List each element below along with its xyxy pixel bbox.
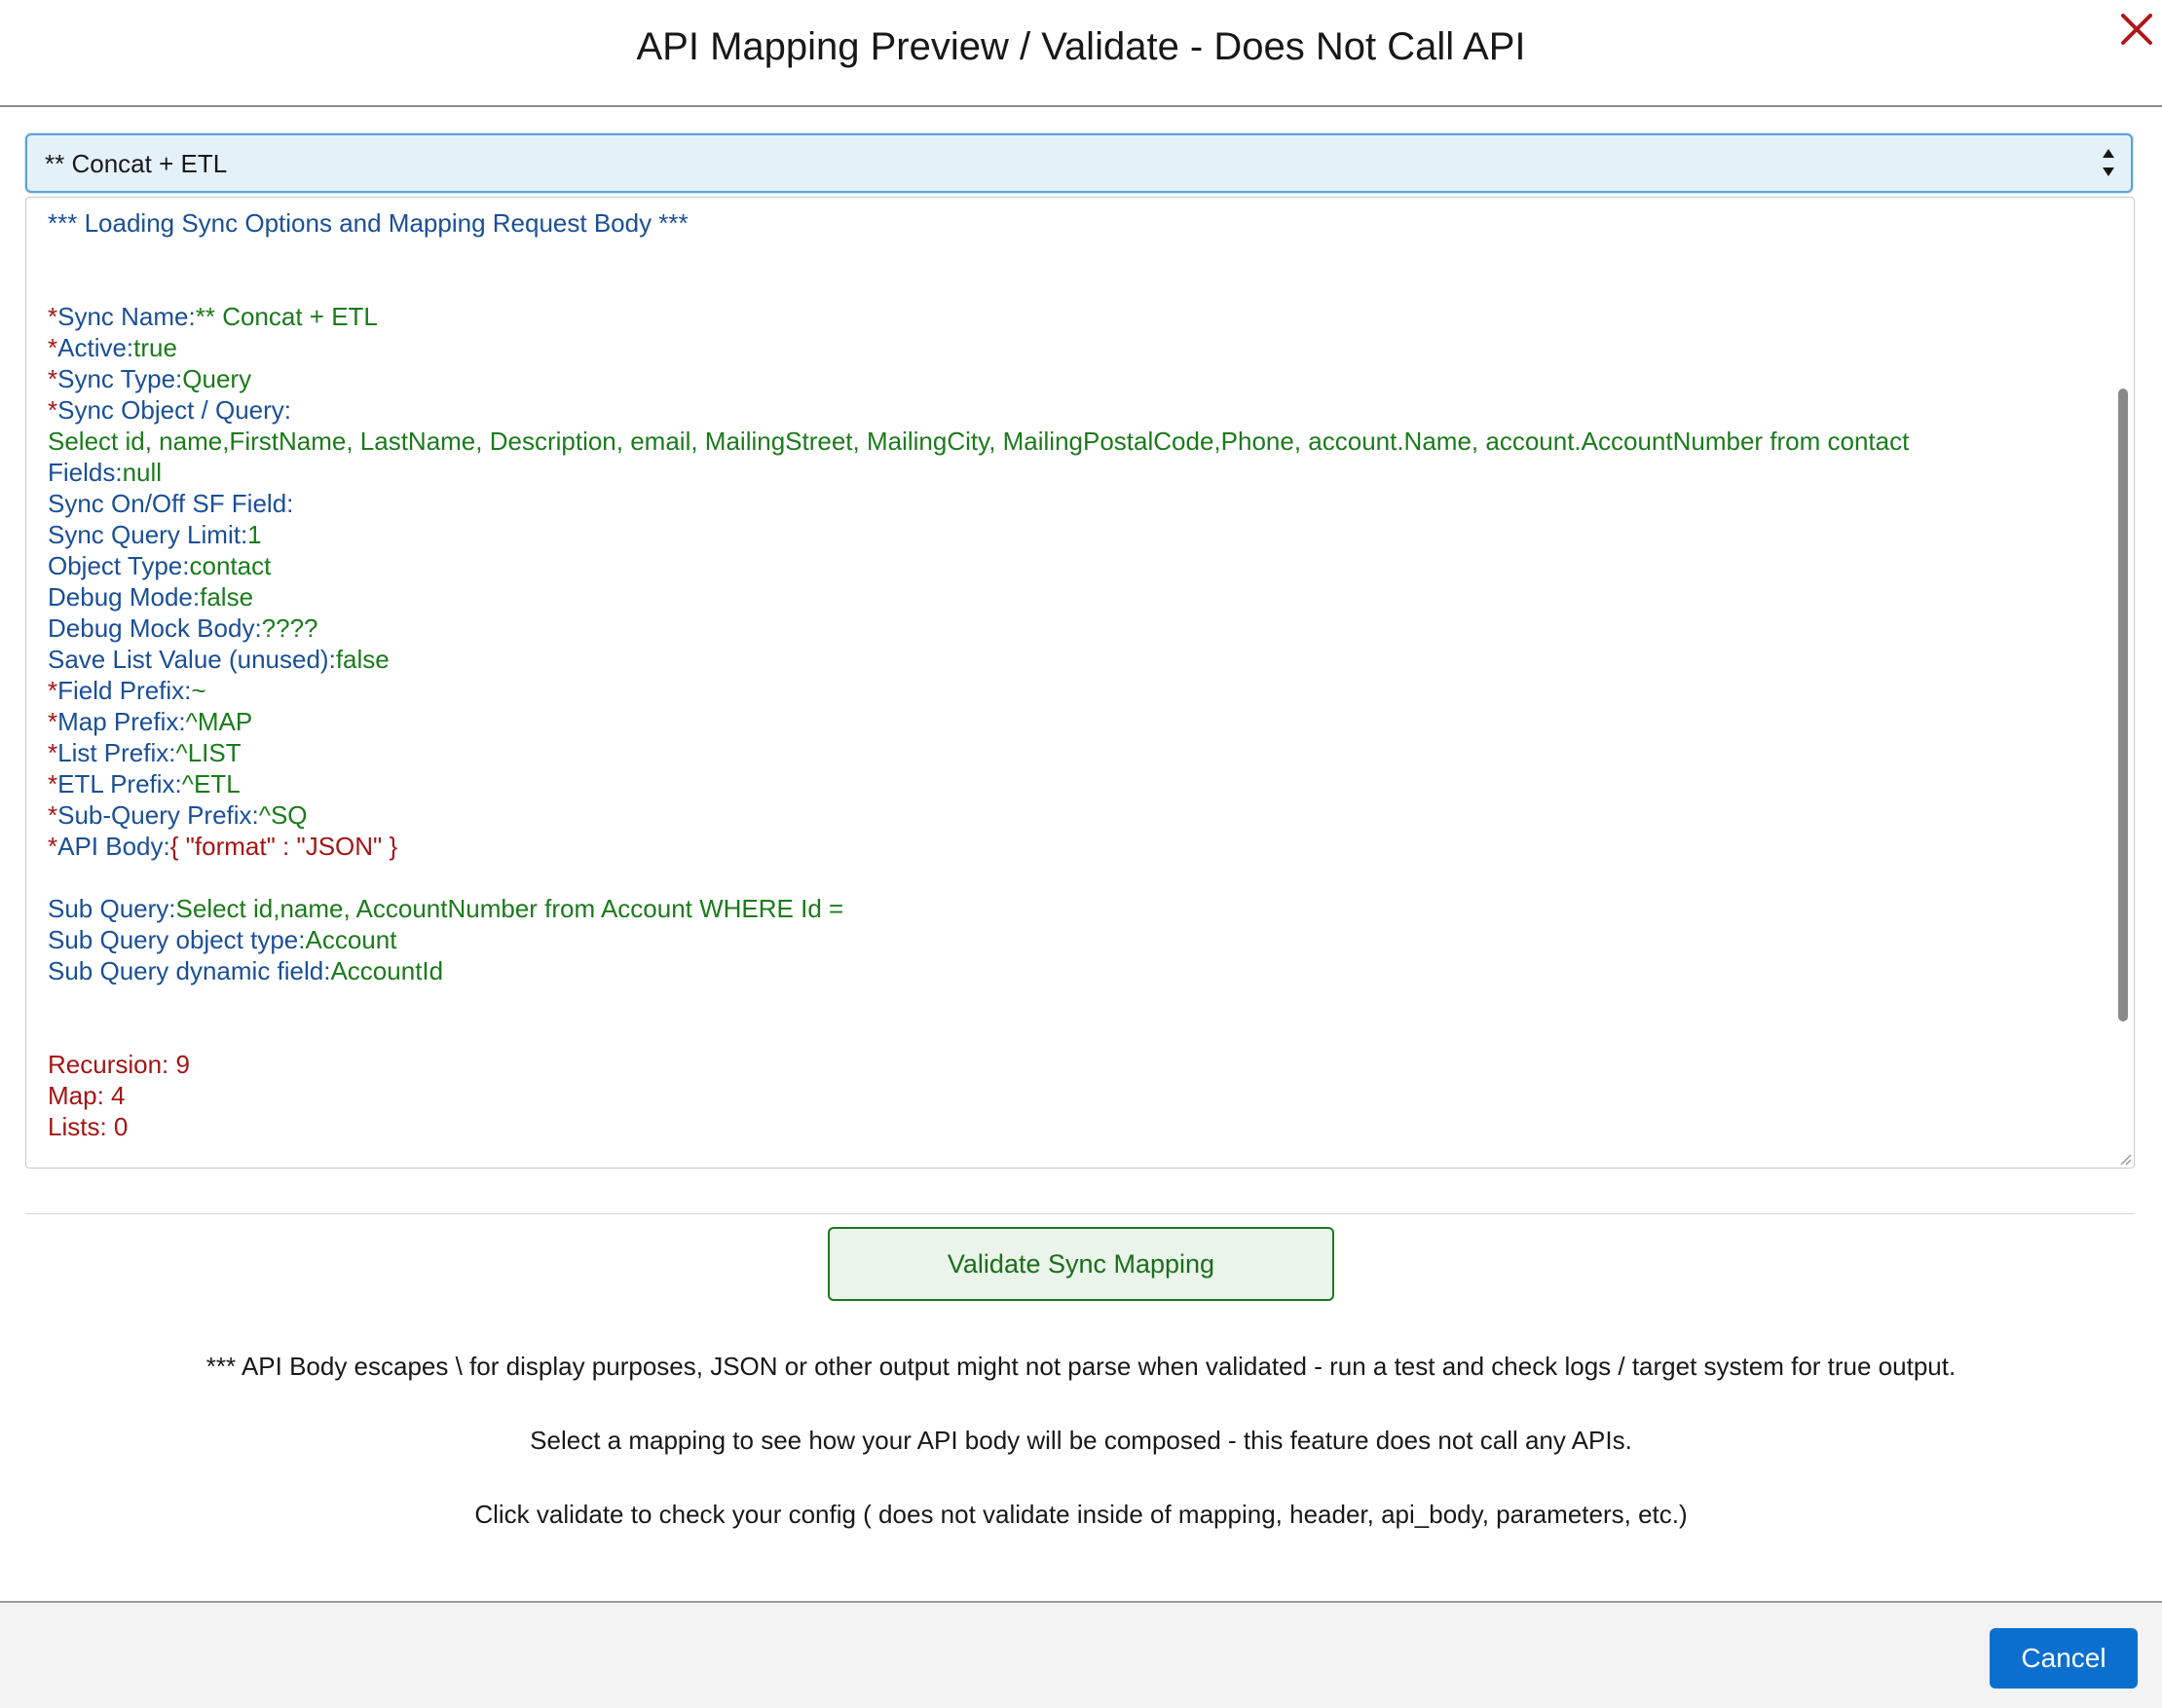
log-sub-query: Sub Query:Select id,name, AccountNumber … [48,894,844,923]
log-active: *Active:true [48,333,177,362]
required-marker: * [48,302,58,331]
log-map-count: Map: 4 [48,1081,126,1110]
note-api-body-escapes: *** API Body escapes \ for display purpo… [205,1352,1957,1381]
divider [25,1213,2135,1214]
log-sub-query-type: Sub Query object type:Account [48,925,397,954]
required-marker: * [48,333,58,362]
log-sync-name: *Sync Name:** Concat + ETL [48,302,378,331]
log-fields: Fields:null [48,458,163,487]
required-marker: * [48,707,58,736]
log-lists-count: Lists: 0 [48,1112,129,1141]
validate-sync-mapping-button[interactable]: Validate Sync Mapping [828,1227,1334,1301]
log-sync-type: *Sync Type:Query [48,364,252,393]
log-debug-mode: Debug Mode:false [48,582,254,612]
required-marker: * [48,676,58,705]
required-marker: * [48,738,58,767]
log-sub-query-dynamic: Sub Query dynamic field:AccountId [48,956,444,985]
mapping-log: *** Loading Sync Options and Mapping Req… [48,207,2095,1142]
resize-grip-icon[interactable] [2118,1152,2132,1166]
log-object-type: Object Type:contact [48,551,272,580]
modal-title: API Mapping Preview / Validate - Does No… [636,25,1526,68]
modal-footer: Cancel [0,1601,2162,1708]
modal-header: API Mapping Preview / Validate - Does No… [0,0,2162,107]
mapping-select[interactable]: ** Concat + ETL [25,133,2133,193]
required-marker: * [48,800,58,830]
mapping-output-textarea[interactable]: *** Loading Sync Options and Mapping Req… [25,197,2135,1169]
required-marker: * [48,364,58,393]
note-click-validate: Click validate to check your config ( do… [474,1500,1688,1529]
cancel-button[interactable]: Cancel [1990,1628,2138,1689]
log-map-prefix: *Map Prefix:^MAP [48,707,253,736]
log-recursion: Recursion: 9 [48,1050,190,1079]
log-debug-mock: Debug Mock Body:???? [48,613,318,643]
note-select-mapping: Select a mapping to see how your API bod… [530,1426,1632,1455]
log-sync-onoff: Sync On/Off SF Field: [48,489,294,518]
log-etl-prefix: *ETL Prefix:^ETL [48,769,241,798]
required-marker: * [48,395,58,425]
log-sync-object-query: Select id, name,FirstName, LastName, Des… [48,427,1910,456]
log-heading: *** Loading Sync Options and Mapping Req… [48,208,689,238]
log-sync-object: *Sync Object / Query: [48,395,291,425]
select-arrows-icon [2100,145,2117,180]
log-field-prefix: *Field Prefix:~ [48,676,206,705]
required-marker: * [48,769,58,798]
scrollbar[interactable] [2118,198,2132,1168]
log-save-list: Save List Value (unused):false [48,645,390,674]
scrollbar-thumb[interactable] [2118,389,2128,1021]
log-subquery-prefix: *Sub-Query Prefix:^SQ [48,800,308,830]
required-marker: * [48,832,58,861]
log-list-prefix: *List Prefix:^LIST [48,738,242,767]
log-api-body: *API Body:{ "format" : "JSON" } [48,832,398,861]
close-icon[interactable] [2113,6,2160,53]
mapping-select-value: ** Concat + ETL [45,149,228,178]
log-sync-query-limit: Sync Query Limit:1 [48,520,262,549]
